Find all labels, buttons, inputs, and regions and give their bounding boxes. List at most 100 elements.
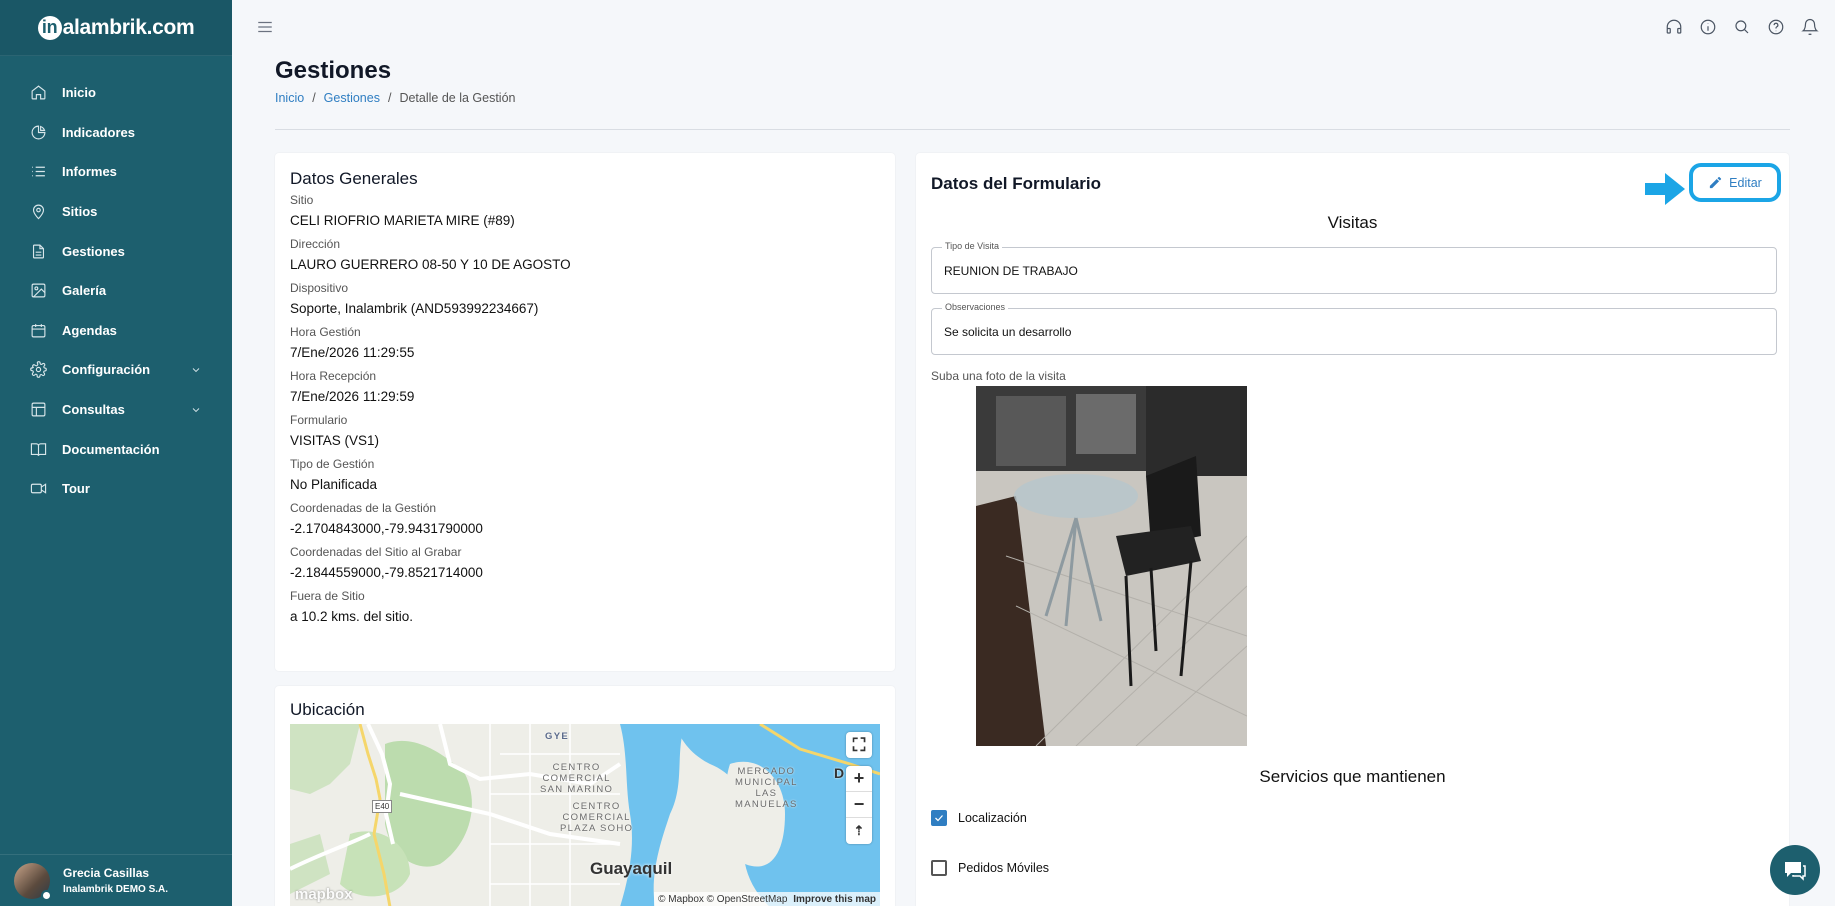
improve-map-link[interactable]: Improve this map: [793, 894, 876, 905]
search-icon[interactable]: [1733, 18, 1751, 36]
field-value: a 10.2 kms. del sitio.: [290, 609, 414, 624]
sidebar-item-inicio[interactable]: Inicio: [0, 73, 232, 113]
observaciones-field[interactable]: Observaciones Se solicita un desarrollo: [931, 302, 1777, 355]
mapbox-logo[interactable]: mapbox: [295, 886, 353, 903]
location-title: Ubicación: [290, 700, 365, 719]
sidebar-item-informes[interactable]: Informes: [0, 152, 232, 192]
book-icon: [29, 440, 47, 458]
field-label: Coordenadas de la Gestión: [290, 501, 437, 515]
field-value: No Planificada: [290, 477, 378, 492]
location-card: Ubicación GYE CENTRO COMERCIAL SAN MARIN…: [275, 686, 895, 906]
map-label-plaza-soho: CENTRO COMERCIAL PLAZA SOHO: [560, 801, 634, 834]
field-value: 7/Ene/2026 11:29:55: [290, 345, 415, 360]
chevron-down-icon: [190, 404, 202, 416]
sidebar-item-indicadores[interactable]: Indicadores: [0, 113, 232, 153]
sidebar-item-label: Sitios: [62, 204, 98, 220]
field-value: REUNION DE TRABAJO: [944, 264, 1078, 278]
sidebar-item-galeria[interactable]: Galería: [0, 271, 232, 311]
calendar-icon: [29, 321, 47, 339]
chat-button[interactable]: [1770, 845, 1820, 895]
field-value: LAURO GUERRERO 08-50 Y 10 DE AGOSTO: [290, 257, 571, 272]
form-subtitle: Visitas: [1327, 213, 1378, 232]
sidebar-item-label: Gestiones: [62, 243, 125, 259]
sidebar-item-documentacion[interactable]: Documentación: [0, 429, 232, 469]
logo-circle: in: [37, 15, 62, 40]
field-label: Formulario: [290, 413, 348, 427]
info-icon[interactable]: [1699, 18, 1717, 36]
services-title: Servicios que mantienen: [1259, 767, 1446, 786]
fullscreen-icon[interactable]: ⛶: [846, 732, 872, 758]
sidebar-item-label: Configuración: [62, 362, 151, 378]
check-icon: [935, 815, 943, 822]
field-legend: Tipo de Visita: [942, 241, 1003, 251]
map-label-gye: GYE: [545, 731, 569, 742]
field-label: Tipo de Gestión: [290, 457, 375, 471]
sidebar-item-label: Inicio: [62, 85, 96, 101]
topbar: [232, 0, 1835, 56]
hamburger-menu-icon[interactable]: [256, 18, 274, 36]
help-icon[interactable]: [1767, 18, 1785, 36]
form-data-title: Datos del Formulario: [931, 174, 1102, 193]
user-profile[interactable]: Grecia Casillas Inalambrik DEMO S.A.: [0, 854, 232, 906]
sidebar-item-label: Indicadores: [62, 124, 135, 140]
logo-text: alambrik.com: [62, 15, 195, 39]
sidebar-item-tour[interactable]: Tour: [0, 469, 232, 509]
user-organization: Inalambrik DEMO S.A.: [63, 884, 169, 895]
zoom-controls: + − ⇡: [846, 766, 872, 844]
sidebar-item-configuracion[interactable]: Configuración: [0, 350, 232, 390]
service-label: Localización: [958, 811, 1027, 825]
attribution-text[interactable]: © Mapbox © OpenStreetMap: [658, 894, 787, 905]
page-title: Gestiones: [275, 57, 392, 84]
general-fields: Sitio CELI RIOFRIO MARIETA MIRE (#89) Di…: [290, 192, 880, 629]
field-label: Hora Recepción: [290, 369, 377, 383]
headset-icon[interactable]: [1665, 18, 1683, 36]
document-icon: [29, 242, 47, 260]
visit-photo[interactable]: [976, 386, 1247, 746]
sidebar: in alambrik.com Inicio Indicadores Infor…: [0, 0, 232, 906]
image-icon: [29, 282, 47, 300]
zoom-in-button[interactable]: +: [846, 766, 872, 792]
tipo-visita-field[interactable]: Tipo de Visita REUNION DE TRABAJO: [931, 241, 1777, 294]
edit-button[interactable]: Editar: [1689, 163, 1781, 202]
sidebar-item-label: Galería: [62, 283, 107, 299]
breadcrumb-home-link[interactable]: Inicio: [275, 91, 304, 105]
fullscreen-control[interactable]: ⛶: [846, 732, 872, 758]
table-icon: [29, 401, 47, 419]
service-localizacion[interactable]: Localización: [931, 810, 1027, 826]
map-label-san-marino: CENTRO COMERCIAL SAN MARINO: [540, 762, 614, 795]
header-divider: [275, 129, 1790, 130]
sidebar-item-consultas[interactable]: Consultas: [0, 390, 232, 430]
map[interactable]: GYE CENTRO COMERCIAL SAN MARINO CENTRO C…: [290, 724, 880, 906]
zoom-out-button[interactable]: −: [846, 792, 872, 818]
online-status-indicator: [41, 889, 52, 901]
sidebar-item-agendas[interactable]: Agendas: [0, 311, 232, 351]
field-value: 7/Ene/2026 11:29:59: [290, 389, 415, 404]
checkbox-checked[interactable]: [931, 810, 947, 826]
sidebar-item-gestiones[interactable]: Gestiones: [0, 231, 232, 271]
breadcrumb-separator: /: [387, 91, 392, 105]
sidebar-item-label: Informes: [62, 164, 117, 180]
topbar-icons: [1665, 18, 1819, 36]
breadcrumb: Inicio / Gestiones / Detalle de la Gesti…: [275, 91, 515, 105]
pencil-icon: [1710, 176, 1722, 189]
sidebar-nav: Inicio Indicadores Informes Sitios Gesti…: [0, 56, 232, 509]
compass-icon[interactable]: ⇡: [846, 818, 872, 844]
field-value: -2.1704843000,-79.9431790000: [290, 521, 483, 536]
bell-icon[interactable]: [1801, 18, 1819, 36]
arrow-right-icon: [1645, 173, 1685, 205]
checkbox-unchecked[interactable]: [931, 860, 947, 876]
logo[interactable]: in alambrik.com: [0, 0, 232, 56]
field-label: Dispositivo: [290, 281, 349, 295]
field-label: Fuera de Sitio: [290, 589, 365, 603]
list-icon: [29, 163, 47, 181]
gear-icon: [29, 361, 47, 379]
sidebar-item-sitios[interactable]: Sitios: [0, 192, 232, 232]
field-value: Se solicita un desarrollo: [944, 325, 1072, 339]
breadcrumb-section-link[interactable]: Gestiones: [324, 91, 380, 105]
chevron-down-icon: [190, 364, 202, 376]
field-label: Sitio: [290, 193, 314, 207]
field-label: Dirección: [290, 237, 341, 251]
service-pedidos-moviles[interactable]: Pedidos Móviles: [931, 860, 1049, 876]
photo-label: Suba una foto de la visita: [931, 369, 1066, 383]
home-icon: [29, 84, 47, 102]
